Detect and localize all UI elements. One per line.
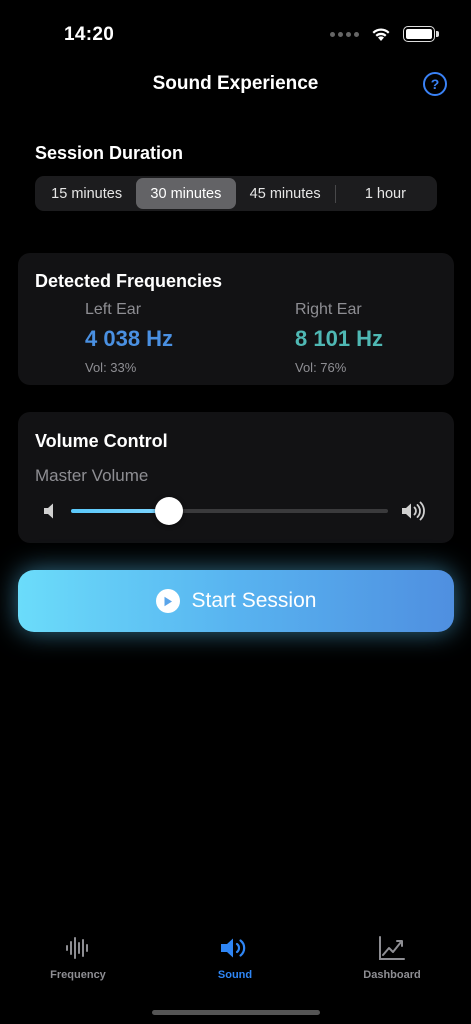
frequencies-title: Detected Frequencies — [35, 271, 223, 291]
speaker-low-icon — [44, 503, 53, 519]
left-ear-label: Left Ear — [85, 301, 142, 318]
start-session-label: Start Session — [191, 589, 317, 612]
tab-dashboard-label: Dashboard — [363, 969, 421, 981]
status-bar: 14:20 — [0, 0, 471, 60]
volume-slider-thumb[interactable] — [155, 497, 184, 525]
home-indicator — [152, 1010, 320, 1015]
session-duration-title: Session Duration — [35, 143, 184, 163]
page-title: Sound Experience — [152, 73, 319, 94]
tab-dashboard[interactable]: Dashboard — [332, 935, 452, 981]
right-ear-volume: Vol: 76% — [295, 360, 347, 375]
question-mark-icon: ? — [430, 76, 440, 92]
duration-option-45[interactable]: 45 minutes — [236, 178, 335, 209]
detected-frequencies-card: Detected Frequencies Left Ear 4 038 Hz V… — [18, 253, 454, 385]
status-time: 14:20 — [64, 24, 115, 45]
nav-header: Sound Experience ? — [0, 70, 471, 100]
right-ear-label: Right Ear — [295, 301, 362, 318]
duration-option-30[interactable]: 30 minutes — [136, 178, 236, 209]
chart-line-icon — [379, 936, 405, 960]
tab-sound[interactable]: Sound — [175, 935, 295, 981]
waveform-icon — [66, 937, 88, 959]
left-ear-frequency: 4 038 Hz — [85, 326, 174, 351]
left-ear-volume: Vol: 33% — [85, 360, 137, 375]
volume-control-card: Volume Control Master Volume — [18, 412, 454, 543]
right-ear-frequency: 8 101 Hz — [295, 326, 384, 351]
volume-control-title: Volume Control — [35, 431, 168, 451]
tab-sound-label: Sound — [217, 969, 253, 981]
cellular-signal-icon — [330, 31, 359, 37]
left-ear-panel: Left Ear 4 038 Hz Vol: 33% — [85, 301, 173, 375]
help-button[interactable]: ? — [423, 72, 447, 96]
duration-segmented-control: 15 minutes 30 minutes 45 minutes 1 hour — [35, 176, 437, 211]
speaker-wave-icon — [221, 938, 246, 958]
status-icons — [330, 26, 439, 42]
duration-option-15[interactable]: 15 minutes — [37, 178, 136, 209]
play-icon — [155, 589, 180, 613]
master-volume-slider[interactable] — [71, 497, 388, 525]
wifi-icon — [372, 27, 390, 41]
master-volume-slider-row — [18, 497, 454, 525]
speaker-high-icon — [402, 501, 425, 521]
start-session-button[interactable]: Start Session — [18, 570, 454, 632]
battery-icon — [403, 26, 439, 42]
master-volume-label: Master Volume — [35, 466, 149, 485]
tab-bar: Frequency Sound Dashboard — [0, 935, 471, 995]
tab-frequency-label: Frequency — [50, 969, 106, 981]
tab-frequency[interactable]: Frequency — [18, 935, 138, 981]
right-ear-panel: Right Ear 8 101 Hz Vol: 76% — [295, 301, 383, 375]
duration-option-60[interactable]: 1 hour — [336, 178, 435, 209]
